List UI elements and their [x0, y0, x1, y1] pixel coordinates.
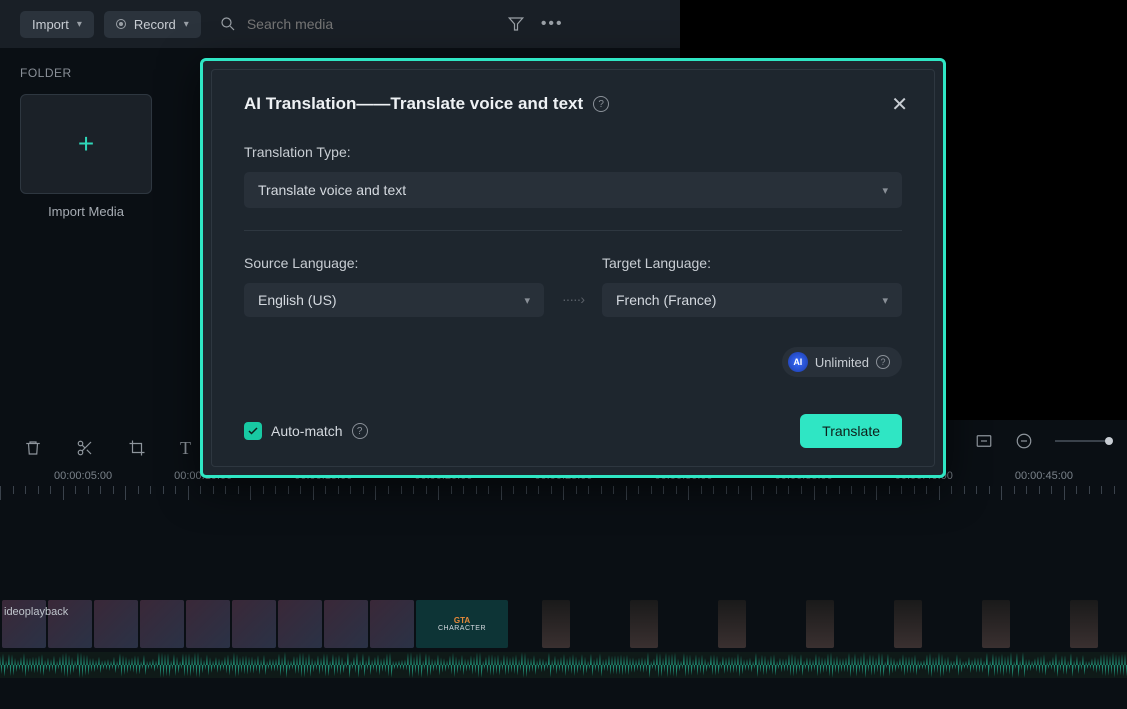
close-icon[interactable]: ✕ — [891, 92, 908, 117]
ai-icon: AI — [788, 352, 808, 372]
translation-type-select[interactable]: Translate voice and text ▾ — [244, 172, 902, 208]
search-input[interactable] — [247, 16, 407, 32]
target-language-label: Target Language: — [602, 255, 902, 271]
modal-title: AI Translation——Translate voice and text — [244, 94, 583, 114]
translate-button[interactable]: Translate — [800, 414, 902, 448]
folder-heading: FOLDER — [20, 66, 180, 80]
source-language-label: Source Language: — [244, 255, 544, 271]
track-label: ideoplayback — [4, 606, 68, 618]
chevron-down-icon: ▾ — [524, 294, 530, 307]
clip-thumbnail[interactable] — [324, 600, 368, 648]
fit-icon[interactable] — [975, 432, 993, 450]
clip-thumbnail[interactable] — [370, 600, 414, 648]
clip-thumbnail[interactable] — [894, 600, 922, 648]
chevron-down-icon: ▾ — [184, 19, 189, 30]
clip-thumbnail[interactable] — [542, 600, 570, 648]
chevron-down-icon: ▾ — [77, 19, 82, 30]
zoom-slider[interactable] — [1055, 440, 1109, 442]
source-language-select[interactable]: English (US) ▾ — [244, 283, 544, 317]
clip-thumbnail[interactable] — [140, 600, 184, 648]
more-icon[interactable]: ••• — [541, 15, 564, 33]
media-panel: FOLDER + Import Media — [0, 48, 200, 237]
record-label: Record — [134, 17, 176, 32]
clip-gta-sub: CHARACTER — [438, 625, 486, 632]
clip-thumbnail[interactable] — [232, 600, 276, 648]
source-language-value: English (US) — [258, 292, 337, 308]
timeline-ruler[interactable]: 00:00:05:0000:00:10:0000:00:15:0000:00:2… — [0, 470, 1127, 530]
ai-translation-modal: AI Translation——Translate voice and text… — [200, 58, 946, 478]
search-icon — [219, 15, 237, 33]
clip-thumbnail[interactable] — [718, 600, 746, 648]
clip-thumbnail[interactable] — [630, 600, 658, 648]
auto-match-checkbox[interactable] — [244, 422, 262, 440]
import-media-caption: Import Media — [20, 204, 152, 219]
record-icon — [116, 19, 126, 29]
zoom-out-icon[interactable] — [1015, 432, 1033, 450]
clip-gta-title: GTA — [454, 616, 470, 625]
arrow-right-icon: ·····› — [562, 291, 584, 317]
timestamp: 00:00:45:00 — [1015, 470, 1073, 482]
clip-thumbnail[interactable] — [94, 600, 138, 648]
clip-thumbnail[interactable] — [1070, 600, 1098, 648]
target-language-value: French (France) — [616, 292, 716, 308]
crop-icon[interactable] — [128, 439, 146, 457]
import-button[interactable]: Import ▾ — [20, 11, 94, 38]
help-icon[interactable]: ? — [593, 96, 609, 112]
video-track[interactable]: GTA CHARACTER — [0, 600, 1127, 648]
import-media-tile[interactable]: + — [20, 94, 152, 194]
clip-thumbnail[interactable] — [278, 600, 322, 648]
translation-type-label: Translation Type: — [244, 144, 902, 160]
chevron-down-icon: ▾ — [882, 184, 888, 197]
import-label: Import — [32, 17, 69, 32]
divider — [244, 230, 902, 231]
waveform-icon — [0, 652, 1127, 678]
record-button[interactable]: Record ▾ — [104, 11, 201, 38]
help-icon[interactable]: ? — [876, 355, 890, 369]
search-wrap — [219, 15, 407, 33]
chevron-down-icon: ▾ — [882, 294, 888, 307]
scissors-icon[interactable] — [76, 439, 94, 457]
clip-thumbnail[interactable] — [186, 600, 230, 648]
plus-icon: + — [78, 128, 94, 160]
text-icon[interactable]: T — [180, 438, 191, 459]
translation-type-value: Translate voice and text — [258, 182, 406, 198]
trash-icon[interactable] — [24, 439, 42, 457]
ai-credits-badge: AI Unlimited ? — [782, 347, 902, 377]
clip-gta[interactable]: GTA CHARACTER — [416, 600, 508, 648]
ai-credits-text: Unlimited — [815, 355, 869, 370]
clip-thumbnail[interactable] — [806, 600, 834, 648]
target-language-select[interactable]: French (France) ▾ — [602, 283, 902, 317]
timestamp: 00:00:05:00 — [54, 470, 112, 482]
help-icon[interactable]: ? — [352, 423, 368, 439]
audio-track[interactable] — [0, 652, 1127, 678]
filter-icon[interactable] — [507, 15, 525, 33]
auto-match-label: Auto-match — [271, 423, 343, 439]
clip-thumbnail[interactable] — [982, 600, 1010, 648]
